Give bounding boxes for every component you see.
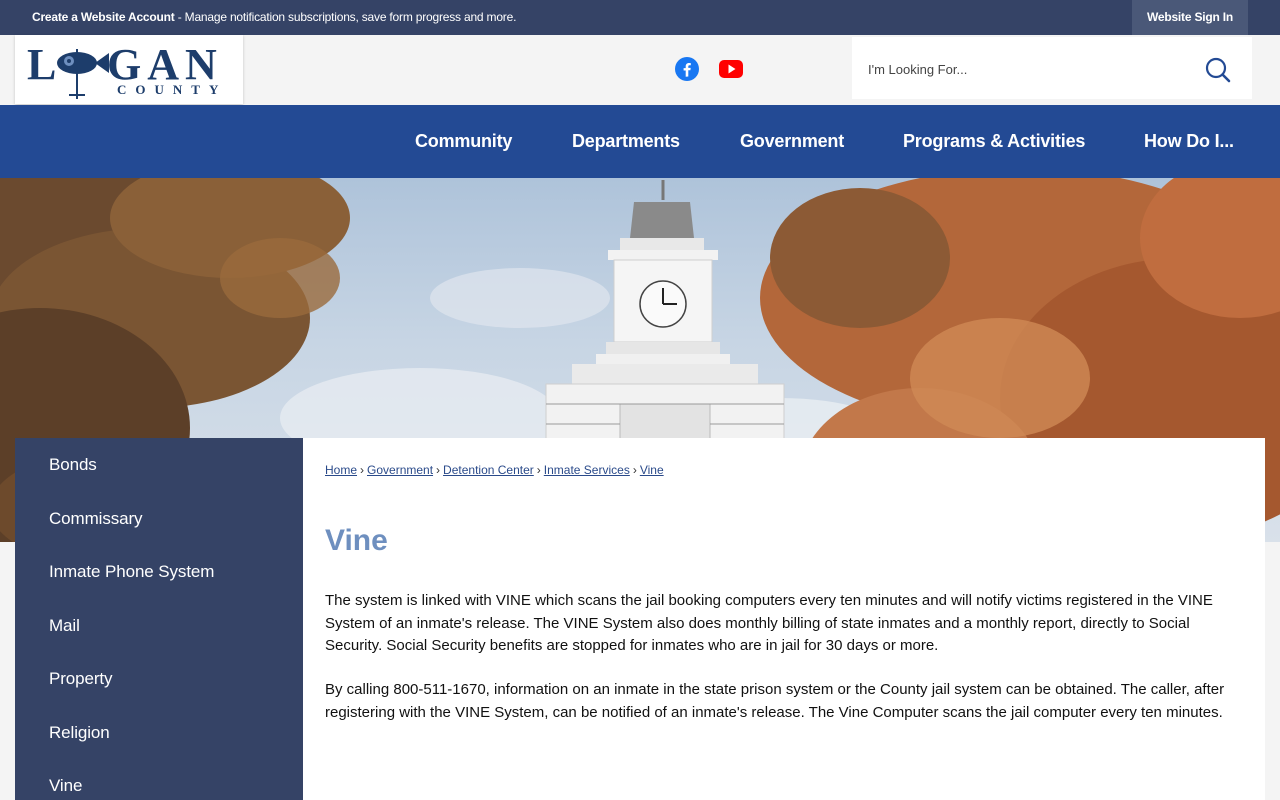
sidebar-item-property[interactable]: Property <box>49 669 113 689</box>
account-message[interactable]: Create a Website Account - Manage notifi… <box>32 10 516 24</box>
sidebar-item-mail[interactable]: Mail <box>49 616 80 636</box>
sidebar-menu: Bonds Commissary Inmate Phone System Mai… <box>15 438 303 800</box>
logo-main-l: L <box>27 40 56 89</box>
content-paragraph-1: The system is linked with VINE which sca… <box>325 592 1213 654</box>
logo-image: L GAN COUNTY <box>27 40 227 99</box>
search-icon[interactable] <box>1202 55 1232 85</box>
breadcrumb-separator: › <box>632 463 637 477</box>
breadcrumb-detention-center[interactable]: Detention Center <box>443 463 534 477</box>
nav-how-do-i[interactable]: How Do I... <box>1144 131 1234 152</box>
logo[interactable]: L GAN COUNTY <box>15 35 243 104</box>
nav-community[interactable]: Community <box>415 131 512 152</box>
sidebar-item-commissary[interactable]: Commissary <box>49 509 143 529</box>
main-content: Home › Government › Detention Center › Inmate … <box>303 438 1265 800</box>
content-paragraph-2: By calling 800-511-1670, information on … <box>325 681 1225 721</box>
sidebar-item-vine[interactable]: Vine <box>49 776 82 796</box>
nav-government[interactable]: Government <box>740 131 844 152</box>
youtube-icon[interactable] <box>719 59 743 79</box>
sidebar-item-religion[interactable]: Religion <box>49 723 110 743</box>
breadcrumb-vine[interactable]: Vine <box>640 463 664 477</box>
website-sign-in-button[interactable]: Website Sign In <box>1132 0 1248 35</box>
create-account-link[interactable]: Create a Website Account <box>32 10 175 24</box>
site-header: L GAN COUNTY <box>0 35 1280 105</box>
account-message-text: - Manage notification subscriptions, sav… <box>174 10 517 24</box>
logo-sub: COUNTY <box>117 82 227 97</box>
facebook-icon[interactable] <box>675 57 699 81</box>
weathervane-icon <box>57 49 109 99</box>
top-bar: Create a Website Account - Manage notifi… <box>0 0 1280 35</box>
sidebar-item-bonds[interactable]: Bonds <box>49 455 97 475</box>
breadcrumb: Home › Government › Detention Center › Inmate … <box>325 463 664 477</box>
breadcrumb-separator: › <box>536 463 541 477</box>
search-box <box>852 37 1252 99</box>
breadcrumb-separator: › <box>360 463 365 477</box>
breadcrumb-separator: › <box>436 463 441 477</box>
main-navigation: Community Departments Government Program… <box>0 105 1280 178</box>
breadcrumb-inmate-services[interactable]: Inmate Services <box>544 463 630 477</box>
sidebar-item-inmate-phone-system[interactable]: Inmate Phone System <box>49 562 214 582</box>
nav-programs-activities[interactable]: Programs & Activities <box>903 131 1085 152</box>
search-input[interactable] <box>868 55 1188 83</box>
breadcrumb-government[interactable]: Government <box>367 463 433 477</box>
page-title: Vine <box>325 524 388 557</box>
nav-departments[interactable]: Departments <box>572 131 680 152</box>
breadcrumb-home[interactable]: Home <box>325 463 357 477</box>
